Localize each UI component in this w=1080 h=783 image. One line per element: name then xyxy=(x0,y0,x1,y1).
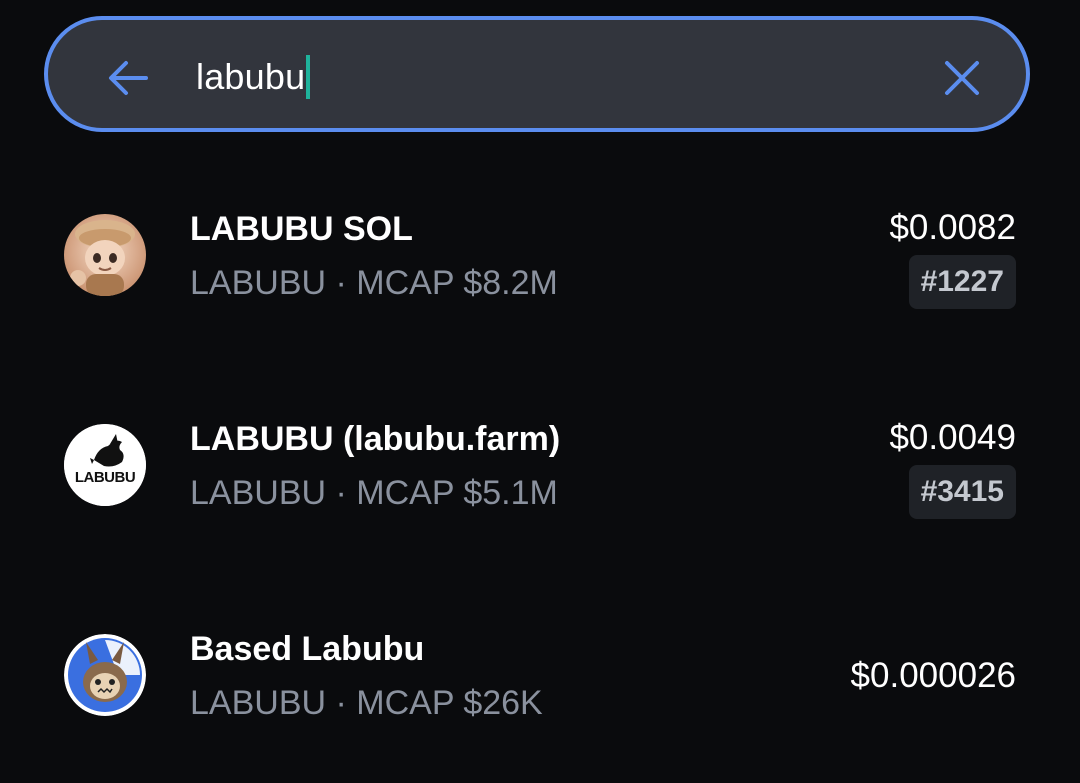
search-bar[interactable]: labubu xyxy=(44,16,1030,132)
result-item-labubu-farm[interactable]: LABUBU LABUBU (labubu.farm) LABUBU · MCA… xyxy=(0,410,1080,530)
result-item-based-labubu[interactable]: Based Labubu LABUBU · MCAP $26K $0.00002… xyxy=(0,620,1080,740)
rank-badge: #3415 xyxy=(908,465,1016,519)
token-name: LABUBU (labubu.farm) xyxy=(190,420,561,458)
token-price: $0.0049 xyxy=(889,418,1016,457)
text-caret xyxy=(306,55,311,99)
token-subtitle: LABUBU · MCAP $26K xyxy=(190,684,543,722)
search-input[interactable]: labubu xyxy=(196,52,311,102)
labubu-doll-avatar-icon xyxy=(64,214,146,296)
back-arrow-icon[interactable] xyxy=(106,58,150,98)
rank-badge: #1227 xyxy=(908,255,1016,309)
labubu-logo-avatar-icon: LABUBU xyxy=(64,424,146,506)
token-subtitle: LABUBU · MCAP $5.1M xyxy=(190,474,558,512)
token-name: LABUBU SOL xyxy=(190,210,413,248)
token-name: Based Labubu xyxy=(190,630,425,668)
token-subtitle: LABUBU · MCAP $8.2M xyxy=(190,264,558,302)
result-item-labubu-sol[interactable]: LABUBU SOL LABUBU · MCAP $8.2M $0.0082 #… xyxy=(0,200,1080,320)
token-price: $0.0082 xyxy=(889,208,1016,247)
close-icon[interactable] xyxy=(944,60,980,96)
search-query-text: labubu xyxy=(196,56,306,97)
avatar-logo-text: LABUBU xyxy=(75,469,135,486)
token-price: $0.000026 xyxy=(850,656,1016,695)
based-labubu-avatar-icon xyxy=(64,634,146,716)
